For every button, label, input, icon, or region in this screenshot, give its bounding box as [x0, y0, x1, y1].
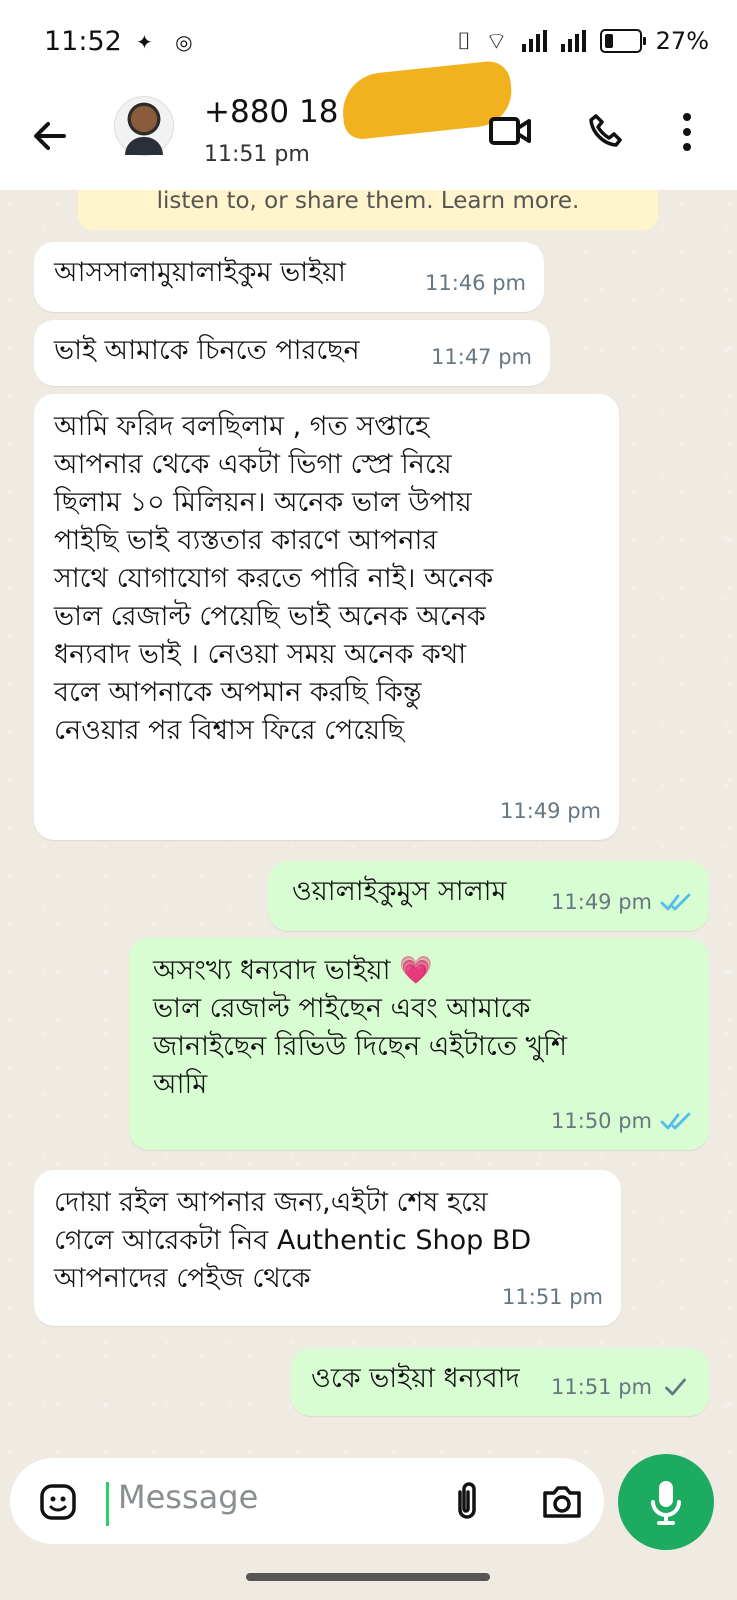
voice-call-icon[interactable]	[588, 112, 624, 148]
time-label: 11:49 pm	[551, 890, 652, 914]
time-label: 11:47 pm	[431, 345, 532, 369]
message-time: 11:51 pm	[502, 1278, 603, 1316]
message-text: অসংখ্য ধন্যবাদ ভাইয়া 💗 ভাল রেজাল্ট পাইছ…	[153, 955, 567, 1100]
voice-message-button[interactable]	[618, 1454, 714, 1550]
signal-icon	[521, 30, 547, 52]
time-label: 11:50 pm	[551, 1109, 652, 1133]
last-seen: 11:51 pm	[204, 142, 310, 167]
notification-icons: ✦ ◎	[136, 30, 201, 54]
contact-name[interactable]: +880 18	[204, 94, 338, 130]
signal-icon	[560, 30, 586, 52]
message-text: আমি ফরিদ বলছিলাম , গত সপ্তাহে আপনার থেকে…	[54, 411, 494, 746]
time-label: 11:51 pm	[551, 1375, 652, 1399]
status-bar: 11:52 ✦ ◎ ⌷ ⌔ 27%	[0, 0, 737, 84]
incoming-message[interactable]: আসসালামুয়ালাইকুম ভাইয়া 11:46 pm	[34, 242, 544, 312]
chat-thread[interactable]: listen to, or share them. Learn more. আস…	[0, 190, 737, 1455]
battery-icon	[599, 29, 646, 53]
incoming-message[interactable]: ভাই আমাকে চিনতে পারছেন 11:47 pm	[34, 320, 550, 386]
message-time: 11:47 pm	[431, 338, 532, 376]
incoming-message[interactable]: আমি ফরিদ বলছিলাম , গত সপ্তাহে আপনার থেকে…	[34, 394, 619, 840]
wifi-icon: ⌔	[485, 27, 508, 55]
message-input[interactable]: Message	[118, 1478, 258, 1516]
camera-icon[interactable]	[540, 1484, 584, 1520]
microphone-icon	[651, 1481, 681, 1525]
read-receipt-icon	[660, 893, 691, 911]
privacy-notice[interactable]: listen to, or share them. Learn more.	[78, 190, 658, 230]
outgoing-message[interactable]: ওকে ভাইয়া ধন্যবাদ 11:51 pm	[291, 1348, 709, 1416]
text-cursor	[106, 1482, 109, 1526]
read-receipt-icon	[660, 1112, 691, 1130]
home-indicator[interactable]	[246, 1573, 490, 1581]
message-time: 11:49 pm	[500, 792, 601, 830]
battery-percent: 27%	[655, 27, 709, 55]
message-time: 11:50 pm	[551, 1102, 691, 1140]
sticker-icon[interactable]	[38, 1482, 78, 1522]
outgoing-message[interactable]: অসংখ্য ধন্যবাদ ভাইয়া 💗 ভাল রেজাল্ট পাইছ…	[129, 938, 709, 1150]
back-arrow-icon[interactable]	[30, 116, 70, 156]
time-label: 11:51 pm	[502, 1285, 603, 1309]
message-time: 11:49 pm	[551, 883, 691, 921]
outgoing-message[interactable]: ওয়ালাইকুমুস সালাম 11:49 pm	[268, 861, 709, 931]
message-time: 11:51 pm	[551, 1368, 691, 1406]
message-time: 11:46 pm	[425, 264, 526, 302]
sent-check-icon	[665, 1378, 686, 1396]
time-label: 11:49 pm	[500, 799, 601, 823]
status-indicators: ⌷ ⌔ 27%	[457, 26, 709, 56]
attachment-icon[interactable]	[450, 1480, 484, 1524]
contact-avatar[interactable]	[114, 96, 174, 156]
time-label: 11:46 pm	[425, 271, 526, 295]
chat-header: +880 18 11:51 pm	[0, 59, 737, 190]
message-composer[interactable]: Message	[10, 1458, 604, 1544]
more-options-icon[interactable]	[682, 112, 692, 152]
status-time: 11:52	[44, 26, 122, 57]
vibrate-icon: ⌷	[456, 27, 472, 55]
incoming-message[interactable]: দোয়া রইল আপনার জন্য,এইটা শেষ হয়ে গেলে …	[34, 1170, 621, 1326]
video-call-icon[interactable]	[488, 114, 532, 148]
